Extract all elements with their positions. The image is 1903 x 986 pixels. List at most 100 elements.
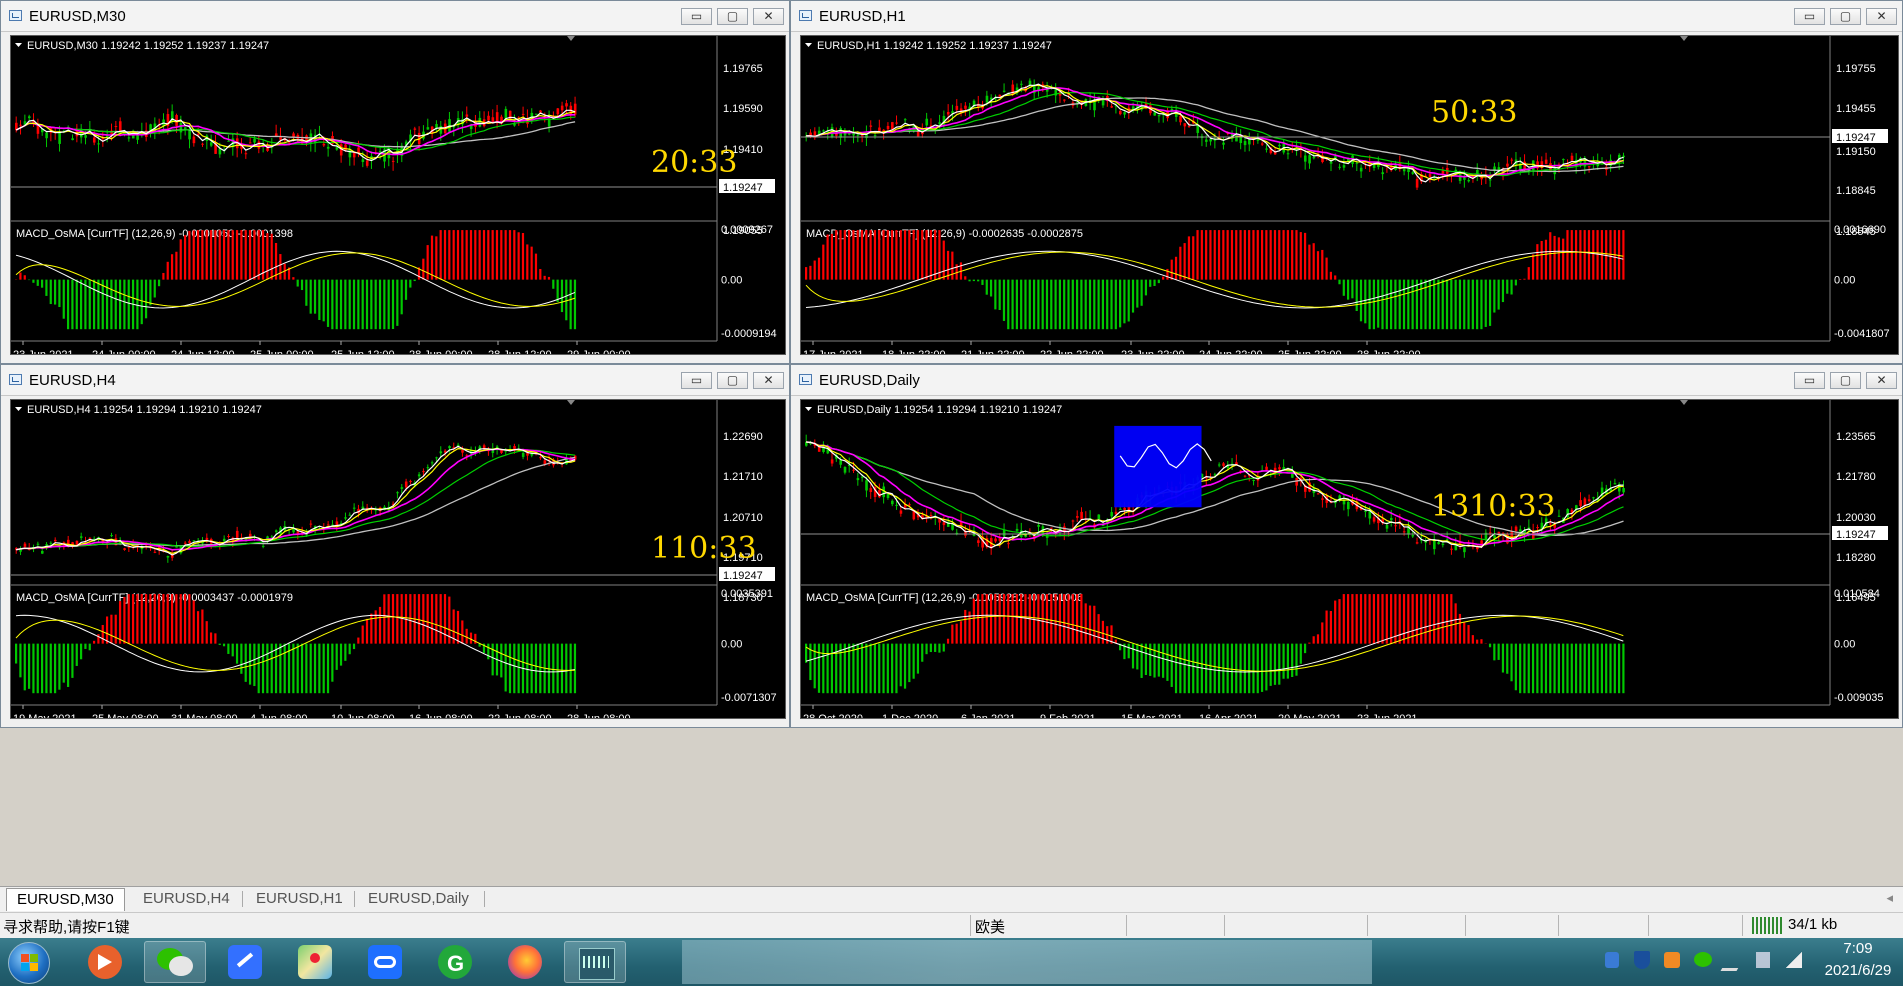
minimize-button[interactable]: ▭ <box>681 372 712 389</box>
macd-histogram-bar <box>1286 643 1289 679</box>
candle <box>23 114 27 126</box>
macd-histogram-bar <box>1510 279 1513 295</box>
chart-window-m30[interactable]: EURUSD,M30 ▭ ▢ ✕ EURUSD,M30 1.19242 1.19252 … <box>0 0 790 364</box>
chart-window-h4[interactable]: EURUSD,H4 ▭ ▢ ✕ EURUSD,H4 1.19254 1.19294 1.… <box>0 364 790 728</box>
candle <box>192 134 196 147</box>
chart-shift-marker-icon <box>1680 400 1688 405</box>
tray-network-icon[interactable] <box>1756 952 1770 968</box>
candle <box>1243 136 1247 152</box>
macd-histogram-bar <box>865 643 868 694</box>
candle <box>1342 494 1346 511</box>
candle <box>1243 474 1247 478</box>
macd-histogram-bar <box>430 235 434 280</box>
macd-histogram-bar <box>1226 230 1229 280</box>
time-axis-label: 31 May 08:00 <box>171 713 238 718</box>
taskbar-wechat-icon[interactable] <box>144 941 206 983</box>
window-titlebar[interactable]: EURUSD,H1 ▭ ▢ ✕ <box>791 1 1902 32</box>
macd-histogram-bar <box>1523 643 1526 694</box>
tray-wechat-icon[interactable] <box>1694 952 1712 967</box>
maximize-button[interactable]: ▢ <box>1830 8 1861 25</box>
candle <box>869 120 873 132</box>
macd-histogram-bar <box>951 624 954 644</box>
taskbar-feishu-icon[interactable] <box>214 941 276 983</box>
macd-histogram-bar <box>1458 279 1462 330</box>
macd-histogram-bar <box>1084 279 1087 330</box>
time-axis-label: 28 Jun 08:00 <box>567 713 631 718</box>
taskbar-running-window-preview[interactable] <box>682 940 1372 984</box>
tray-security-icon[interactable] <box>1605 952 1619 968</box>
macd-histogram-bar <box>1617 643 1621 694</box>
macd-histogram-bar <box>1574 643 1578 694</box>
macd-histogram-bar <box>357 279 360 330</box>
close-button[interactable]: ✕ <box>753 8 784 25</box>
minimize-button[interactable]: ▭ <box>1794 8 1825 25</box>
tray-signal-icon[interactable] <box>1786 952 1802 968</box>
taskbar-clock-date[interactable]: 2021/6/29 <box>1818 962 1898 979</box>
macd-histogram-bar <box>934 643 937 652</box>
start-orb-icon[interactable] <box>8 942 50 984</box>
tray-pen-icon[interactable] <box>1720 952 1748 971</box>
macd-histogram-bar <box>891 230 894 280</box>
chart-canvas[interactable]: EURUSD,H1 1.19242 1.19252 1.19237 1.1924… <box>800 35 1899 355</box>
macd-histogram-bar <box>565 643 568 694</box>
tab-eurusd-h4[interactable]: EURUSD,H4 <box>133 888 240 910</box>
taskbar-mt4-terminal-icon[interactable] <box>564 941 626 983</box>
chart-canvas[interactable]: EURUSD,H4 1.19254 1.19294 1.19210 1.1924… <box>10 399 786 719</box>
window-title: EURUSD,M30 <box>29 8 126 25</box>
macd-histogram-bar <box>1187 643 1191 694</box>
chart-window-h1[interactable]: EURUSD,H1 ▭ ▢ ✕ EURUSD,H1 1.19242 1.19252 1.… <box>790 0 1903 364</box>
taskbar-video-app-icon[interactable] <box>74 941 136 983</box>
taskbar-firefox-icon[interactable] <box>494 941 556 983</box>
minimize-button[interactable]: ▭ <box>1794 372 1825 389</box>
maximize-button[interactable]: ▢ <box>717 372 748 389</box>
tab-scroll-left-icon[interactable]: ◂ <box>1886 890 1893 906</box>
macd-histogram-bar <box>365 279 369 330</box>
macd-histogram-bar <box>62 643 65 683</box>
tab-eurusd-h1[interactable]: EURUSD,H1 <box>246 888 353 910</box>
macd-histogram-bar <box>378 279 382 330</box>
maximize-button[interactable]: ▢ <box>1830 372 1861 389</box>
macd-histogram-bar <box>1364 594 1367 644</box>
ma-line-gray <box>16 456 576 551</box>
candle <box>1424 538 1428 551</box>
chart-window-daily[interactable]: EURUSD,Daily ▭ ▢ ✕ EURUSD,Daily 1.19254 1.19… <box>790 364 1903 728</box>
macd-histogram-bar <box>1390 594 1393 644</box>
chart-canvas[interactable]: EURUSD,M30 1.19242 1.19252 1.19237 1.192… <box>10 35 786 355</box>
macd-histogram-bar <box>977 279 980 282</box>
close-button[interactable]: ✕ <box>1866 8 1897 25</box>
time-axis-label: 21 Jun 22:00 <box>961 349 1025 354</box>
maximize-button[interactable]: ▢ <box>717 8 748 25</box>
macd-histogram-bar <box>1372 279 1376 330</box>
candle <box>1510 157 1514 165</box>
macd-histogram-bar <box>456 230 460 280</box>
tray-shield-icon[interactable] <box>1634 951 1650 969</box>
macd-histogram-bar <box>322 643 325 694</box>
tray-orange-app-icon[interactable] <box>1664 952 1680 968</box>
candle <box>1248 132 1251 152</box>
taskbar-clock-time[interactable]: 7:09 <box>1818 940 1898 957</box>
tab-eurusd-daily[interactable]: EURUSD,Daily <box>358 888 479 910</box>
window-titlebar[interactable]: EURUSD,H4 ▭ ▢ ✕ <box>1 365 789 396</box>
time-axis-label: 16 Apr 2021 <box>1199 713 1258 718</box>
close-button[interactable]: ✕ <box>753 372 784 389</box>
candle <box>805 434 808 447</box>
window-titlebar[interactable]: EURUSD,Daily ▭ ▢ ✕ <box>791 365 1902 396</box>
macd-histogram-bar <box>58 279 61 308</box>
candle <box>326 142 330 157</box>
macd-histogram-bar <box>1536 643 1539 694</box>
macd-histogram-bar <box>1131 279 1135 313</box>
macd-histogram-bar <box>1282 230 1285 280</box>
chart-canvas[interactable]: EURUSD,Daily 1.19254 1.19294 1.19210 1.1… <box>800 399 1899 719</box>
macd-histogram-bar <box>400 279 403 315</box>
taskbar-green-app-icon[interactable]: G <box>424 941 486 983</box>
tab-eurusd-m30[interactable]: EURUSD,M30 <box>6 888 125 911</box>
taskbar-tencent-meeting-icon[interactable] <box>354 941 416 983</box>
status-profile[interactable]: 欧美 <box>975 916 1005 937</box>
candle <box>843 466 847 475</box>
window-titlebar[interactable]: EURUSD,M30 ▭ ▢ ✕ <box>1 1 789 32</box>
taskbar-maps-icon[interactable] <box>284 941 346 983</box>
candle <box>899 506 903 517</box>
macd-histogram-bar <box>305 643 308 694</box>
minimize-button[interactable]: ▭ <box>681 8 712 25</box>
close-button[interactable]: ✕ <box>1866 372 1897 389</box>
